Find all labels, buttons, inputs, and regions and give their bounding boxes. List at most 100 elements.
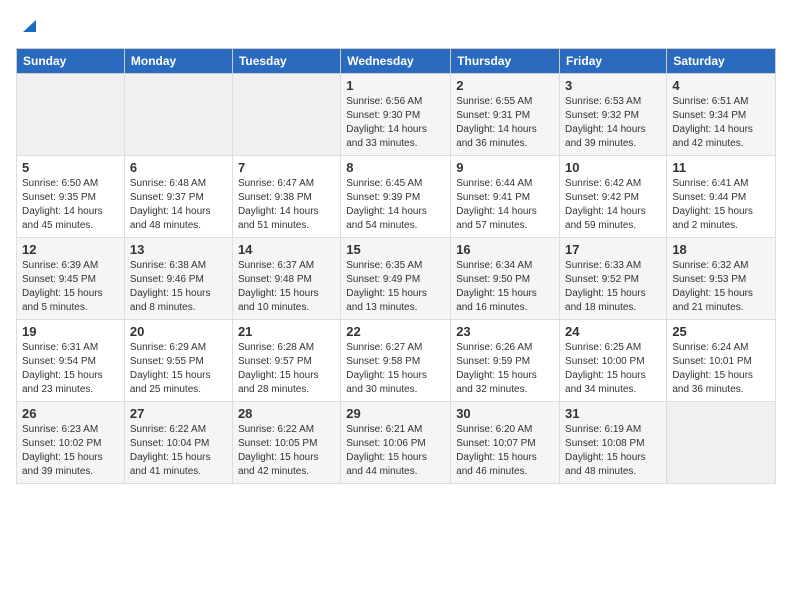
calendar-cell — [232, 74, 340, 156]
day-number: 9 — [456, 160, 554, 175]
day-info: Sunrise: 6:55 AM Sunset: 9:31 PM Dayligh… — [456, 95, 554, 151]
calendar-cell: 1 Sunrise: 6:56 AM Sunset: 9:30 PM Daylig… — [341, 74, 451, 156]
calendar-cell: 9 Sunrise: 6:44 AM Sunset: 9:41 PM Daylig… — [451, 156, 560, 238]
calendar-cell: 27 Sunrise: 6:22 AM Sunset: 10:04 PM Dayl… — [124, 402, 232, 484]
day-number: 6 — [130, 160, 227, 175]
day-info: Sunrise: 6:32 AM Sunset: 9:53 PM Dayligh… — [672, 259, 770, 315]
day-number: 10 — [565, 160, 661, 175]
week-row-3: 12 Sunrise: 6:39 AM Sunset: 9:45 PM Dayli… — [17, 238, 776, 320]
day-number: 28 — [238, 406, 335, 421]
calendar-cell: 5 Sunrise: 6:50 AM Sunset: 9:35 PM Daylig… — [17, 156, 125, 238]
calendar-cell: 3Sunrise: 6:53 AM Sunset: 9:32 PM Daylig… — [560, 74, 667, 156]
day-info: Sunrise: 6:51 AM Sunset: 9:34 PM Dayligh… — [672, 95, 770, 151]
calendar-cell — [124, 74, 232, 156]
calendar-cell: 10 Sunrise: 6:42 AM Sunset: 9:42 PM Dayli… — [560, 156, 667, 238]
weekday-header-row: SundayMondayTuesdayWednesdayThursdayFrid… — [17, 49, 776, 74]
calendar-cell: 17Sunrise: 6:33 AM Sunset: 9:52 PM Dayli… — [560, 238, 667, 320]
day-info: Sunrise: 6:27 AM Sunset: 9:58 PM Dayligh… — [346, 341, 445, 397]
calendar-cell: 30 Sunrise: 6:20 AM Sunset: 10:07 PM Dayl… — [451, 402, 560, 484]
day-info: Sunrise: 6:31 AM Sunset: 9:54 PM Dayligh… — [22, 341, 119, 397]
day-info: Sunrise: 6:41 AM Sunset: 9:44 PM Dayligh… — [672, 177, 770, 233]
day-number: 2 — [456, 78, 554, 93]
day-number: 29 — [346, 406, 445, 421]
weekday-sunday: Sunday — [17, 49, 125, 74]
day-number: 25 — [672, 324, 770, 339]
weekday-saturday: Saturday — [667, 49, 776, 74]
day-info: Sunrise: 6:34 AM Sunset: 9:50 PM Dayligh… — [456, 259, 554, 315]
calendar-cell: 12 Sunrise: 6:39 AM Sunset: 9:45 PM Dayli… — [17, 238, 125, 320]
calendar-table: SundayMondayTuesdayWednesdayThursdayFrid… — [16, 48, 776, 484]
weekday-wednesday: Wednesday — [341, 49, 451, 74]
weekday-monday: Monday — [124, 49, 232, 74]
day-number: 1 — [346, 78, 445, 93]
day-info: Sunrise: 6:53 AM Sunset: 9:32 PM Dayligh… — [565, 95, 661, 151]
calendar-cell: 23 Sunrise: 6:26 AM Sunset: 9:59 PM Dayli… — [451, 320, 560, 402]
day-info: Sunrise: 6:35 AM Sunset: 9:49 PM Dayligh… — [346, 259, 445, 315]
calendar-cell: 26 Sunrise: 6:23 AM Sunset: 10:02 PM Dayl… — [17, 402, 125, 484]
day-number: 21 — [238, 324, 335, 339]
calendar-cell: 22 Sunrise: 6:27 AM Sunset: 9:58 PM Dayli… — [341, 320, 451, 402]
calendar-cell: 7 Sunrise: 6:47 AM Sunset: 9:38 PM Daylig… — [232, 156, 340, 238]
day-number: 23 — [456, 324, 554, 339]
day-info: Sunrise: 6:26 AM Sunset: 9:59 PM Dayligh… — [456, 341, 554, 397]
week-row-4: 19 Sunrise: 6:31 AM Sunset: 9:54 PM Dayli… — [17, 320, 776, 402]
week-row-2: 5 Sunrise: 6:50 AM Sunset: 9:35 PM Daylig… — [17, 156, 776, 238]
day-info: Sunrise: 6:39 AM Sunset: 9:45 PM Dayligh… — [22, 259, 119, 315]
day-number: 22 — [346, 324, 445, 339]
day-info: Sunrise: 6:44 AM Sunset: 9:41 PM Dayligh… — [456, 177, 554, 233]
calendar-cell: 24 Sunrise: 6:25 AM Sunset: 10:00 PM Dayl… — [560, 320, 667, 402]
calendar-cell: 29 Sunrise: 6:21 AM Sunset: 10:06 PM Dayl… — [341, 402, 451, 484]
day-number: 18 — [672, 242, 770, 257]
day-info: Sunrise: 6:48 AM Sunset: 9:37 PM Dayligh… — [130, 177, 227, 233]
day-info: Sunrise: 6:23 AM Sunset: 10:02 PM Daylig… — [22, 423, 119, 479]
calendar-cell: 8Sunrise: 6:45 AM Sunset: 9:39 PM Daylig… — [341, 156, 451, 238]
week-row-5: 26 Sunrise: 6:23 AM Sunset: 10:02 PM Dayl… — [17, 402, 776, 484]
calendar-cell: 4 Sunrise: 6:51 AM Sunset: 9:34 PM Daylig… — [667, 74, 776, 156]
day-number: 26 — [22, 406, 119, 421]
day-info: Sunrise: 6:50 AM Sunset: 9:35 PM Dayligh… — [22, 177, 119, 233]
day-number: 20 — [130, 324, 227, 339]
day-number: 27 — [130, 406, 227, 421]
day-number: 13 — [130, 242, 227, 257]
week-row-1: 1 Sunrise: 6:56 AM Sunset: 9:30 PM Daylig… — [17, 74, 776, 156]
day-info: Sunrise: 6:28 AM Sunset: 9:57 PM Dayligh… — [238, 341, 335, 397]
day-number: 24 — [565, 324, 661, 339]
weekday-thursday: Thursday — [451, 49, 560, 74]
calendar-cell: 14Sunrise: 6:37 AM Sunset: 9:48 PM Dayli… — [232, 238, 340, 320]
calendar-cell: 15 Sunrise: 6:35 AM Sunset: 9:49 PM Dayli… — [341, 238, 451, 320]
day-info: Sunrise: 6:38 AM Sunset: 9:46 PM Dayligh… — [130, 259, 227, 315]
day-number: 12 — [22, 242, 119, 257]
day-number: 19 — [22, 324, 119, 339]
day-info: Sunrise: 6:24 AM Sunset: 10:01 PM Daylig… — [672, 341, 770, 397]
day-info: Sunrise: 6:19 AM Sunset: 10:08 PM Daylig… — [565, 423, 661, 479]
day-info: Sunrise: 6:47 AM Sunset: 9:38 PM Dayligh… — [238, 177, 335, 233]
day-info: Sunrise: 6:20 AM Sunset: 10:07 PM Daylig… — [456, 423, 554, 479]
day-number: 5 — [22, 160, 119, 175]
day-info: Sunrise: 6:25 AM Sunset: 10:00 PM Daylig… — [565, 341, 661, 397]
day-number: 8 — [346, 160, 445, 175]
weekday-tuesday: Tuesday — [232, 49, 340, 74]
day-number: 31 — [565, 406, 661, 421]
day-info: Sunrise: 6:42 AM Sunset: 9:42 PM Dayligh… — [565, 177, 661, 233]
logo — [16, 16, 36, 36]
calendar-page: SundayMondayTuesdayWednesdayThursdayFrid… — [0, 0, 792, 612]
day-number: 11 — [672, 160, 770, 175]
calendar-cell: 18 Sunrise: 6:32 AM Sunset: 9:53 PM Dayli… — [667, 238, 776, 320]
calendar-cell: 28 Sunrise: 6:22 AM Sunset: 10:05 PM Dayl… — [232, 402, 340, 484]
calendar-cell: 11 Sunrise: 6:41 AM Sunset: 9:44 PM Dayli… — [667, 156, 776, 238]
header — [16, 16, 776, 36]
day-number: 4 — [672, 78, 770, 93]
day-info: Sunrise: 6:22 AM Sunset: 10:05 PM Daylig… — [238, 423, 335, 479]
day-number: 15 — [346, 242, 445, 257]
day-info: Sunrise: 6:21 AM Sunset: 10:06 PM Daylig… — [346, 423, 445, 479]
day-info: Sunrise: 6:56 AM Sunset: 9:30 PM Dayligh… — [346, 95, 445, 151]
calendar-cell: 2 Sunrise: 6:55 AM Sunset: 9:31 PM Daylig… — [451, 74, 560, 156]
day-number: 14 — [238, 242, 335, 257]
day-number: 7 — [238, 160, 335, 175]
day-info: Sunrise: 6:29 AM Sunset: 9:55 PM Dayligh… — [130, 341, 227, 397]
day-info: Sunrise: 6:22 AM Sunset: 10:04 PM Daylig… — [130, 423, 227, 479]
logo-icon — [18, 16, 36, 34]
day-info: Sunrise: 6:33 AM Sunset: 9:52 PM Dayligh… — [565, 259, 661, 315]
day-number: 30 — [456, 406, 554, 421]
day-number: 16 — [456, 242, 554, 257]
